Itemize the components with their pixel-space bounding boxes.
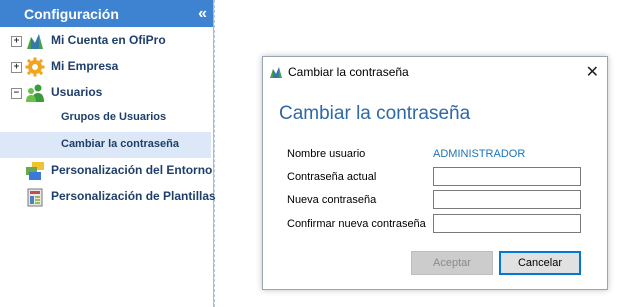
username-value: ADMINISTRADOR — [433, 148, 526, 160]
tree-item-label: Personalización del Entorno — [51, 163, 213, 177]
new-password-input[interactable] — [433, 190, 581, 209]
confirm-password-input[interactable] — [433, 214, 581, 233]
config-sidebar: Configuración « + Mi Cuenta en OfiPro + — [0, 0, 216, 307]
accept-button[interactable]: Aceptar — [411, 251, 493, 275]
tree-item-personalizacion-entorno[interactable]: Personalización del Entorno — [0, 159, 213, 183]
app-icon — [270, 67, 282, 78]
tree-item-label: Mi Cuenta en OfiPro — [51, 33, 166, 47]
gear-icon — [25, 57, 45, 77]
tree-item-label: Mi Empresa — [51, 59, 119, 73]
sidebar-header: Configuración « — [0, 0, 213, 27]
tree-item-usuarios[interactable]: − Usuarios — [0, 81, 211, 105]
tree-item-personalizacion-plantillas[interactable]: Personalización de Plantillas — [0, 185, 216, 209]
users-icon — [26, 84, 44, 102]
chart-icon — [27, 34, 43, 49]
sidebar-title: Configuración — [24, 5, 119, 22]
dialog-titlebar[interactable]: Cambiar la contraseña ✕ — [263, 57, 607, 87]
tree-item-label: Personalización de Plantillas — [51, 189, 216, 203]
expand-toggle[interactable]: + — [11, 62, 22, 73]
dialog-window-title: Cambiar la contraseña — [288, 65, 409, 79]
tree-item-label: Grupos de Usuarios — [61, 111, 167, 123]
change-password-dialog: Cambiar la contraseña ✕ Cambiar la contr… — [262, 56, 608, 290]
expand-toggle[interactable]: + — [11, 36, 22, 47]
tree-item-label: Usuarios — [51, 85, 103, 99]
collapse-toggle[interactable]: − — [11, 88, 22, 99]
cancel-button[interactable]: Cancelar — [499, 251, 581, 275]
template-icon — [27, 188, 43, 207]
new-password-label: Nueva contraseña — [287, 194, 377, 206]
tree-item-mi-empresa[interactable]: + Mi Empresa — [0, 55, 211, 79]
layout-icon — [26, 162, 44, 180]
splitter[interactable] — [214, 0, 219, 307]
tree-item-label: Cambiar la contraseña — [61, 138, 179, 150]
dialog-heading: Cambiar la contraseña — [279, 103, 471, 124]
close-icon[interactable]: ✕ — [586, 62, 599, 81]
current-password-label: Contraseña actual — [287, 171, 377, 183]
tree-item-cambiar-contrasena[interactable]: Cambiar la contraseña — [0, 132, 211, 158]
tree-item-grupos-usuarios[interactable]: Grupos de Usuarios — [0, 106, 211, 130]
collapse-icon[interactable]: « — [198, 5, 207, 23]
tree-item-mi-cuenta[interactable]: + Mi Cuenta en OfiPro — [0, 29, 211, 53]
confirm-password-label: Confirmar nueva contraseña — [287, 218, 426, 230]
username-label: Nombre usuario — [287, 148, 366, 160]
current-password-input[interactable] — [433, 167, 581, 186]
